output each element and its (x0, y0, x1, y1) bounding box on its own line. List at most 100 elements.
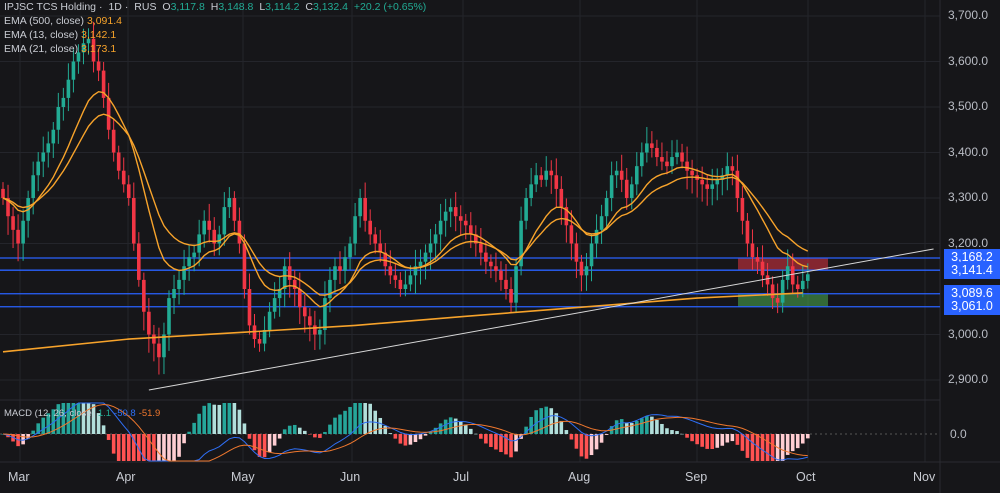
y-tick-label: 3,500.0 (948, 99, 989, 113)
candle-body (750, 243, 755, 258)
candle-body (745, 220, 750, 244)
macd-histogram-bar (645, 415, 649, 434)
x-tick-label: Mar (8, 470, 30, 484)
y-tick-label: 3,200.0 (948, 235, 989, 250)
candle-body (715, 179, 720, 185)
candle-body (61, 97, 66, 107)
candle-body (202, 220, 206, 235)
candle-body (443, 211, 448, 221)
candle-body (634, 166, 639, 185)
x-tick-label: Apr (116, 470, 136, 484)
candle-body (549, 170, 554, 176)
x-tick-label: May (231, 470, 255, 484)
macd-histogram-bar (458, 421, 463, 434)
macd-histogram-bar (640, 418, 644, 434)
macd-histogram-bar (31, 430, 35, 434)
candle-body (499, 270, 503, 280)
price-level-tag[interactable]: 3,141.4 (944, 261, 1000, 279)
price-level-tag[interactable]: 3,061.0 (944, 298, 1000, 316)
candle-body (282, 266, 287, 289)
candle-body (338, 266, 342, 271)
macd-histogram-bar (378, 417, 383, 434)
macd-hist-value: 1.1 (97, 408, 112, 419)
x-tick-label: Sep (685, 470, 708, 484)
candle-body (137, 243, 141, 280)
candle-body (504, 279, 508, 289)
candle-body (765, 275, 770, 285)
macd-value: -50.8 (114, 408, 136, 419)
candle-body (730, 166, 735, 171)
candle-body (242, 243, 247, 289)
price-chart[interactable] (0, 0, 1000, 493)
candle-body (800, 280, 805, 289)
candle-body (343, 257, 347, 271)
macd-histogram-bar (479, 434, 483, 439)
candle-body (705, 184, 709, 189)
candle-body (297, 289, 302, 308)
macd-histogram-bar (282, 429, 287, 434)
candle-body (494, 266, 498, 271)
candle-body (408, 275, 413, 285)
candle-body (46, 143, 51, 153)
indicator-macd[interactable]: MACD (12, 26, close) 1.1 -50.8 -51.9 (4, 408, 163, 419)
macd-histogram-bar (262, 434, 267, 458)
candle-body (172, 289, 176, 299)
y-tick-label: 3,400.0 (948, 144, 989, 159)
macd-histogram-bar (675, 431, 679, 434)
macd-histogram-bar (308, 434, 312, 435)
ema500-line (2, 292, 803, 353)
macd-histogram-bar (765, 434, 770, 461)
macd-histogram-bar (303, 430, 307, 434)
interval[interactable]: 1D (108, 1, 121, 13)
macd-histogram-bar (730, 434, 735, 442)
signal-value: -51.9 (138, 408, 161, 419)
macd-histogram-bar (680, 433, 684, 435)
macd-histogram-bar (463, 424, 468, 434)
macd-histogram-bar (237, 409, 242, 434)
candle-body (614, 170, 619, 176)
candle-body (247, 289, 252, 326)
candle-body (303, 307, 307, 317)
macd-histogram-bar (448, 417, 453, 434)
macd-histogram-bar (197, 413, 201, 434)
candle-body (428, 243, 433, 253)
macd-histogram-bar (589, 434, 594, 456)
candle-body (36, 161, 41, 176)
macd-histogram-bar (242, 423, 247, 434)
candle-body (167, 298, 171, 335)
macd-histogram-bar (423, 434, 428, 436)
candle-body (574, 243, 579, 262)
macd-histogram-bar (484, 434, 488, 444)
candle-body (353, 216, 357, 244)
candle-body (795, 284, 800, 289)
indicator-ema21[interactable]: EMA (21, close) 3,173.1 (4, 43, 119, 55)
candle-body (665, 161, 669, 167)
macd-histogram-bar (167, 434, 171, 461)
candle-body (458, 216, 463, 221)
macd-histogram-bar (333, 417, 337, 434)
candle-body (790, 266, 795, 285)
symbol-name[interactable]: IPJSC TCS Holding (4, 1, 96, 13)
macd-histogram-bar (549, 408, 554, 434)
macd-histogram-bar (413, 434, 418, 443)
macd-histogram-bar (418, 434, 423, 440)
macd-histogram-bar (232, 403, 237, 434)
candle-body (147, 311, 151, 335)
indicator-ema500[interactable]: EMA (500, close) 3,091.4 (4, 15, 125, 27)
macd-histogram-bar (313, 434, 317, 438)
macd-histogram-bar (257, 434, 262, 457)
macd-histogram-bar (41, 417, 46, 434)
candle-body (16, 229, 20, 244)
macd-histogram-bar (800, 434, 805, 444)
indicator-ema13[interactable]: EMA (13, close) 3,142.1 (4, 29, 119, 41)
candle-body (187, 257, 191, 267)
macd-histogram-bar (795, 434, 800, 449)
macd-histogram-bar (614, 420, 619, 434)
candle-body (398, 279, 403, 289)
candle-body (584, 266, 589, 276)
macd-histogram-bar (247, 434, 252, 439)
candle-body (624, 179, 629, 198)
candle-body (544, 170, 549, 180)
macd-histogram-bar (358, 403, 362, 434)
candle-body (182, 266, 186, 280)
